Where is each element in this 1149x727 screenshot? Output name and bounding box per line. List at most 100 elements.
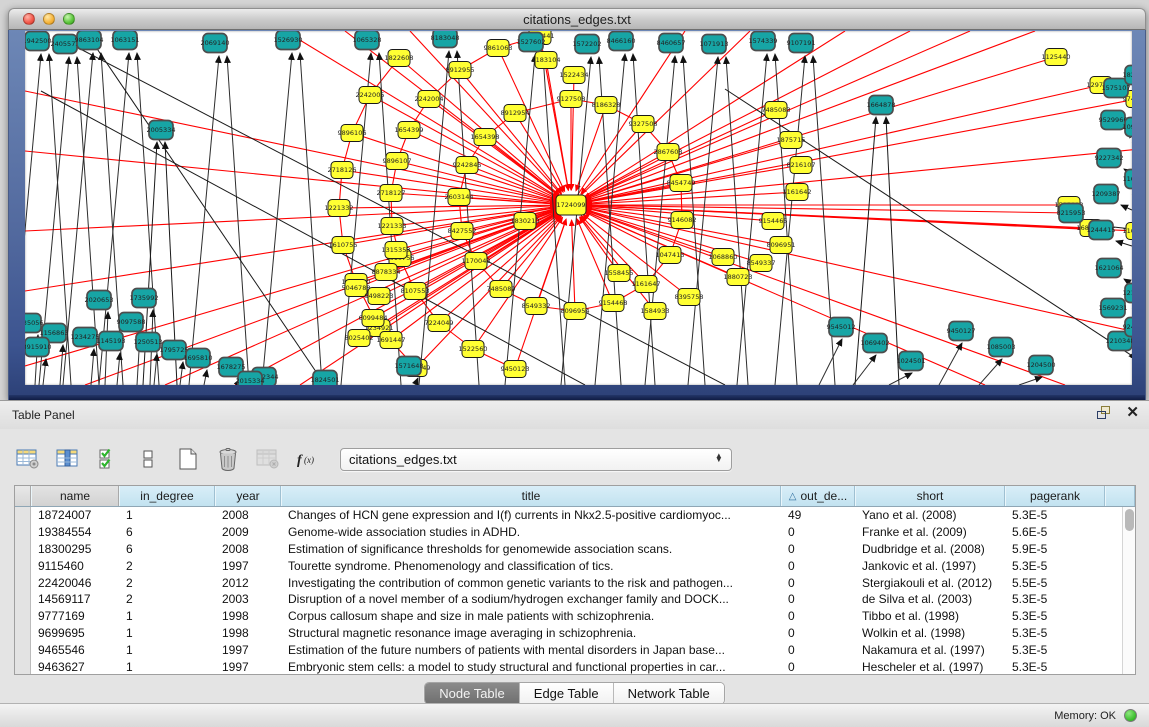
citation-edge-black[interactable] bbox=[117, 353, 120, 385]
citation-edge-red[interactable] bbox=[576, 105, 606, 191]
table-cell[interactable]: 2 bbox=[119, 576, 215, 590]
table-cell[interactable]: Hescheler et al. (1997) bbox=[855, 660, 1005, 674]
citation-edge-black[interactable] bbox=[91, 349, 94, 385]
table-cell[interactable]: Dudbridge et al. (2008) bbox=[855, 542, 1005, 556]
new-table-icon[interactable] bbox=[174, 445, 202, 473]
table-cell[interactable]: 0 bbox=[781, 592, 855, 606]
table-cell[interactable]: 22420046 bbox=[31, 576, 119, 590]
memory-ok-indicator[interactable] bbox=[1124, 709, 1137, 722]
table-row[interactable]: 1938455462009Genome-wide association stu… bbox=[15, 524, 1122, 541]
table-cell[interactable]: 6 bbox=[119, 542, 215, 556]
minimize-window-button[interactable] bbox=[43, 13, 55, 25]
table-cell[interactable]: 0 bbox=[781, 542, 855, 556]
table-cell[interactable]: Yano et al. (2008) bbox=[855, 508, 1005, 522]
row-height-icon[interactable] bbox=[134, 445, 162, 473]
citation-edge-red[interactable] bbox=[581, 124, 643, 194]
table-cell[interactable]: 5.3E-5 bbox=[1005, 660, 1105, 674]
citation-edge-black[interactable] bbox=[889, 373, 912, 385]
table-cell[interactable]: Nakamura et al. (1997) bbox=[855, 643, 1005, 657]
citation-edge-black[interactable] bbox=[979, 359, 1002, 385]
zoom-window-button[interactable] bbox=[63, 13, 75, 25]
citation-edge-red[interactable] bbox=[285, 31, 571, 205]
float-panel-icon[interactable] bbox=[1097, 406, 1112, 420]
citation-edge-black[interactable] bbox=[819, 339, 842, 385]
citation-edge-red[interactable] bbox=[586, 192, 797, 204]
table-cell[interactable]: 5.3E-5 bbox=[1005, 643, 1105, 657]
table-row[interactable]: 977716911998Corpus callosum shape and si… bbox=[15, 608, 1122, 625]
network-canvas[interactable]: 9127508818632893275082867608845474991460… bbox=[25, 31, 1132, 385]
table-cell[interactable]: 19384554 bbox=[31, 525, 119, 539]
tab-node-table[interactable]: Node Table bbox=[425, 683, 520, 704]
citation-edge-black[interactable] bbox=[1019, 377, 1042, 385]
table-row[interactable]: 969969511998Structural magnetic resonanc… bbox=[15, 625, 1122, 642]
table-cell[interactable]: 49 bbox=[781, 508, 855, 522]
table-cell[interactable]: Jankovic et al. (1997) bbox=[855, 559, 1005, 573]
table-cell[interactable]: 14569117 bbox=[31, 592, 119, 606]
table-cell[interactable]: Corpus callosum shape and size in male p… bbox=[281, 609, 781, 623]
citation-edge-black[interactable] bbox=[300, 53, 322, 385]
table-row[interactable]: 911546021997Tourette syndrome. Phenomeno… bbox=[15, 557, 1122, 574]
table-row[interactable]: 946362711997Embryonic stem cells: a mode… bbox=[15, 658, 1122, 674]
table-cell[interactable]: 1 bbox=[119, 609, 215, 623]
close-panel-icon[interactable]: ✕ bbox=[1126, 406, 1139, 420]
table-settings-icon[interactable] bbox=[14, 445, 42, 473]
column-header-pagerank[interactable]: pagerank bbox=[1005, 486, 1105, 506]
close-window-button[interactable] bbox=[23, 13, 35, 25]
column-header-year[interactable]: year bbox=[215, 486, 281, 506]
table-cell[interactable]: Stergiakouli et al. (2012) bbox=[855, 576, 1005, 590]
table-cell[interactable]: 0 bbox=[781, 660, 855, 674]
column-header-title[interactable]: title bbox=[281, 486, 781, 506]
table-cell[interactable]: Estimation of significance thresholds fo… bbox=[281, 542, 781, 556]
table-row[interactable]: 2242004622012Investigating the contribut… bbox=[15, 574, 1122, 591]
citation-edge-black[interactable] bbox=[43, 359, 46, 385]
table-cell[interactable]: 5.3E-5 bbox=[1005, 626, 1105, 640]
table-cell[interactable]: 9777169 bbox=[31, 609, 119, 623]
tab-network-table[interactable]: Network Table bbox=[614, 683, 724, 704]
table-cell[interactable]: 5.9E-5 bbox=[1005, 542, 1105, 556]
table-cell[interactable]: 1 bbox=[119, 626, 215, 640]
table-cell[interactable]: 1997 bbox=[215, 643, 281, 657]
table-cell[interactable]: Tourette syndrome. Phenomenology and cla… bbox=[281, 559, 781, 573]
table-cell[interactable]: 5.6E-5 bbox=[1005, 525, 1105, 539]
table-cell[interactable]: 18724007 bbox=[31, 508, 119, 522]
table-row[interactable]: 1456911722003Disruption of a novel membe… bbox=[15, 591, 1122, 608]
network-table-selector[interactable]: citations_edges.txt ▲▼ bbox=[340, 448, 732, 471]
table-cell[interactable]: 5.3E-5 bbox=[1005, 592, 1105, 606]
table-cell[interactable]: Embryonic stem cells: a model to study s… bbox=[281, 660, 781, 674]
citation-edge-red[interactable] bbox=[429, 99, 559, 196]
table-cell[interactable]: 1997 bbox=[215, 559, 281, 573]
citation-edge-red[interactable] bbox=[577, 219, 613, 303]
table-cell[interactable]: 0 bbox=[781, 643, 855, 657]
scrollbar-thumb[interactable] bbox=[1125, 509, 1134, 531]
table-cell[interactable]: 0 bbox=[781, 609, 855, 623]
import-table-icon[interactable] bbox=[254, 445, 282, 473]
table-cell[interactable]: Disruption of a novel member of a sodium… bbox=[281, 592, 781, 606]
citation-edge-black[interactable] bbox=[939, 343, 962, 385]
citation-edge-black[interactable] bbox=[204, 370, 207, 385]
table-cell[interactable]: 1 bbox=[119, 508, 215, 522]
table-cell[interactable]: Wolkin et al. (1998) bbox=[855, 626, 1005, 640]
table-row[interactable]: 1872400712008Changes of HCN gene express… bbox=[15, 507, 1122, 524]
table-cell[interactable]: 1 bbox=[119, 643, 215, 657]
delete-table-icon[interactable] bbox=[214, 445, 242, 473]
citation-network-graph[interactable]: 9127508818632893275082867608845474991460… bbox=[25, 31, 1132, 385]
table-cell[interactable]: 2008 bbox=[215, 508, 281, 522]
table-cell[interactable]: 9699695 bbox=[31, 626, 119, 640]
table-cell[interactable]: de Silva et al. (2003) bbox=[855, 592, 1005, 606]
table-scrollbar[interactable] bbox=[1122, 507, 1135, 674]
table-cell[interactable]: 9463627 bbox=[31, 660, 119, 674]
table-cell[interactable]: Estimation of the future numbers of pati… bbox=[281, 643, 781, 657]
table-cell[interactable]: 9465546 bbox=[31, 643, 119, 657]
table-cell[interactable]: 2 bbox=[119, 592, 215, 606]
table-cell[interactable]: 0 bbox=[781, 525, 855, 539]
table-cell[interactable]: 2012 bbox=[215, 576, 281, 590]
column-header-short[interactable]: short bbox=[855, 486, 1005, 506]
table-cell[interactable]: 18300295 bbox=[31, 542, 119, 556]
table-cell[interactable]: Genome-wide association studies in ADHD. bbox=[281, 525, 781, 539]
column-header-in_degree[interactable]: in_degree bbox=[119, 486, 215, 506]
table-cell[interactable]: Structural magnetic resonance image aver… bbox=[281, 626, 781, 640]
citation-edge-black[interactable] bbox=[1121, 205, 1132, 210]
table-row[interactable]: 1830029562008Estimation of significance … bbox=[15, 541, 1122, 558]
citation-edge-black[interactable] bbox=[1116, 241, 1132, 246]
table-cell[interactable]: 6 bbox=[119, 525, 215, 539]
